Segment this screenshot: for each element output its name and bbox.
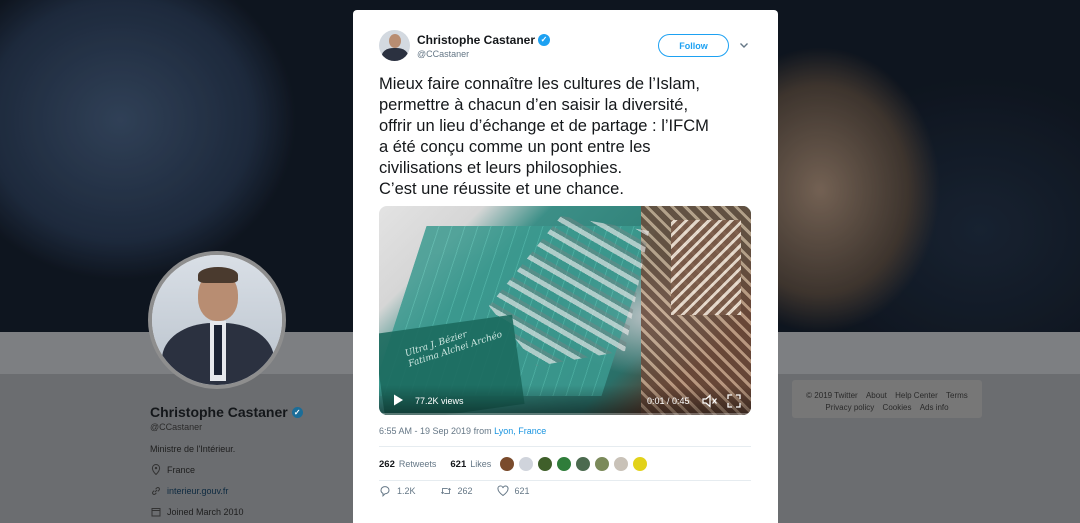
profile-location-row: France bbox=[150, 464, 303, 475]
tweet-author-avatar[interactable] bbox=[379, 30, 410, 61]
profile-joined-row: Joined March 2010 bbox=[150, 506, 303, 517]
profile-joined: Joined March 2010 bbox=[167, 506, 244, 517]
tweet-author-names: Christophe Castaner ✓ @CCastaner bbox=[417, 33, 551, 59]
tweet-actions: 1.2K 262 621 bbox=[379, 485, 554, 497]
liker-avatar[interactable] bbox=[537, 456, 554, 472]
liker-avatar[interactable] bbox=[613, 456, 630, 472]
tweet-text-line: a été conçu comme un pont entre les bbox=[379, 138, 651, 156]
retweet-action[interactable]: 262 bbox=[440, 485, 473, 497]
retweet-icon[interactable] bbox=[440, 485, 452, 497]
tweet-author-name[interactable]: Christophe Castaner bbox=[417, 33, 535, 47]
reply-count: 1.2K bbox=[397, 486, 416, 496]
tweet-author-name-row: Christophe Castaner ✓ bbox=[417, 33, 551, 47]
tweet-modal: Christophe Castaner ✓ @CCastaner Follow … bbox=[353, 10, 778, 523]
like-action-count: 621 bbox=[514, 486, 530, 496]
tweet-avatar-body bbox=[382, 48, 408, 61]
tweet-header: Christophe Castaner ✓ @CCastaner bbox=[379, 30, 551, 61]
profile-handle[interactable]: @CCastaner bbox=[150, 422, 303, 432]
liker-avatar[interactable] bbox=[632, 456, 649, 472]
divider bbox=[379, 446, 751, 447]
like-action[interactable]: 621 bbox=[497, 485, 530, 497]
fullscreen-icon[interactable] bbox=[727, 394, 741, 408]
video-frame-lattice bbox=[671, 220, 741, 315]
site-footer: © 2019 Twitter About Help Center Terms P… bbox=[792, 380, 982, 418]
heart-icon[interactable] bbox=[497, 485, 509, 497]
liker-avatar[interactable] bbox=[594, 456, 611, 472]
follow-button[interactable]: Follow bbox=[658, 34, 729, 57]
like-count-label[interactable]: Likes bbox=[470, 459, 491, 469]
profile-avatar[interactable] bbox=[148, 251, 286, 389]
video-timecode: 0:01 / 0:45 bbox=[647, 396, 690, 406]
footer-ads-link[interactable]: Ads info bbox=[920, 403, 949, 412]
footer-about-link[interactable]: About bbox=[866, 391, 887, 400]
link-icon bbox=[150, 485, 161, 496]
liker-avatar[interactable] bbox=[575, 456, 592, 472]
profile-website-link[interactable]: interieur.gouv.fr bbox=[167, 486, 228, 496]
footer-privacy-link[interactable]: Privacy policy bbox=[825, 403, 874, 412]
verified-badge-icon: ✓ bbox=[291, 406, 303, 418]
liker-avatar[interactable] bbox=[499, 456, 516, 472]
profile-name-row: Christophe Castaner ✓ bbox=[150, 404, 303, 420]
tweet-location-link[interactable]: Lyon, France bbox=[494, 426, 546, 436]
retweet-action-count: 262 bbox=[457, 486, 473, 496]
chevron-down-icon[interactable] bbox=[738, 40, 750, 52]
like-count[interactable]: 621 bbox=[450, 459, 466, 470]
calendar-icon bbox=[150, 506, 161, 517]
reply-icon[interactable] bbox=[379, 485, 391, 497]
tweet-stats: 262 Retweets 621 Likes bbox=[379, 452, 649, 476]
video-progress-bar[interactable] bbox=[379, 413, 751, 415]
footer-copyright: © 2019 Twitter bbox=[806, 391, 858, 400]
footer-row-2: Privacy policy Cookies Ads info bbox=[792, 402, 982, 414]
video-view-count: 77.2K views bbox=[415, 396, 464, 406]
footer-cookies-link[interactable]: Cookies bbox=[883, 403, 912, 412]
retweet-count[interactable]: 262 bbox=[379, 459, 395, 470]
tweet-timestamp[interactable]: 6:55 AM - 19 Sep 2019 from bbox=[379, 426, 494, 436]
tweet-video-player[interactable]: Ultra J. Bézier Fatima Alchei Archéo 77.… bbox=[379, 206, 751, 415]
reply-action[interactable]: 1.2K bbox=[379, 485, 416, 497]
profile-card: Christophe Castaner ✓ @CCastaner Ministr… bbox=[150, 404, 303, 517]
tweet-text-line: civilisations et leurs philosophies. bbox=[379, 159, 623, 177]
footer-help-link[interactable]: Help Center bbox=[895, 391, 938, 400]
liker-avatar[interactable] bbox=[518, 456, 535, 472]
liker-avatar[interactable] bbox=[556, 456, 573, 472]
tweet-text: Mieux faire connaître les cultures de l’… bbox=[379, 74, 759, 200]
tweet-avatar-head bbox=[389, 34, 401, 48]
location-pin-icon bbox=[150, 464, 161, 475]
profile-bio: Ministre de l'Intérieur. bbox=[150, 444, 236, 454]
profile-location: France bbox=[167, 464, 196, 475]
mute-icon[interactable] bbox=[702, 394, 718, 408]
liker-avatars bbox=[499, 456, 649, 472]
divider bbox=[379, 480, 751, 481]
footer-terms-link[interactable]: Terms bbox=[946, 391, 968, 400]
tweet-text-line: offrir un lieu d’échange et de partage :… bbox=[379, 117, 709, 135]
footer-row-1: © 2019 Twitter About Help Center Terms bbox=[792, 390, 982, 402]
tweet-author-handle[interactable]: @CCastaner bbox=[417, 49, 550, 59]
profile-website-row: interieur.gouv.fr bbox=[150, 485, 303, 496]
tweet-metadata: 6:55 AM - 19 Sep 2019 from Lyon, France bbox=[379, 426, 546, 436]
avatar-tie bbox=[214, 325, 222, 375]
retweet-count-label[interactable]: Retweets bbox=[399, 459, 437, 469]
verified-badge-icon: ✓ bbox=[538, 33, 551, 46]
profile-name[interactable]: Christophe Castaner bbox=[150, 404, 288, 420]
avatar-hair bbox=[198, 267, 238, 283]
play-icon[interactable] bbox=[391, 393, 405, 407]
tweet-text-line: permettre à chacun d’en saisir la divers… bbox=[379, 96, 689, 114]
tweet-text-line: C’est une réussite et une chance. bbox=[379, 180, 624, 198]
tweet-text-line: Mieux faire connaître les cultures de l’… bbox=[379, 75, 700, 93]
